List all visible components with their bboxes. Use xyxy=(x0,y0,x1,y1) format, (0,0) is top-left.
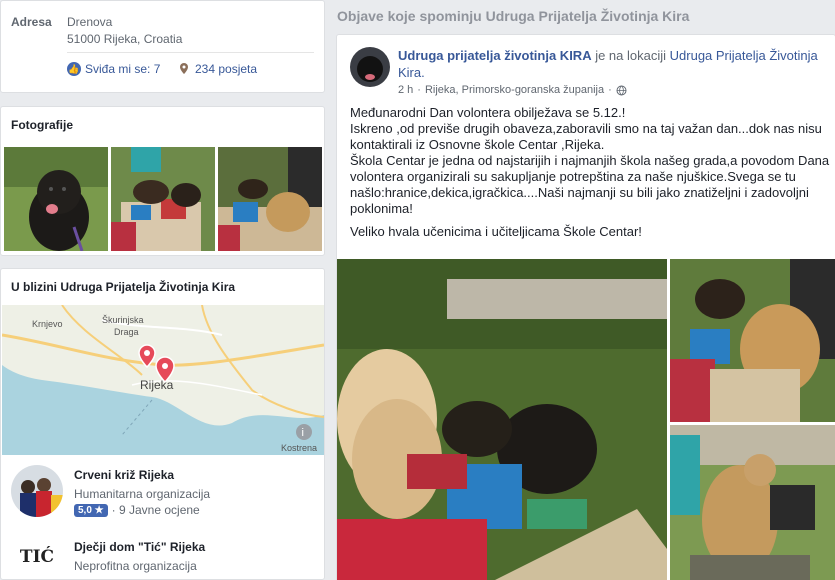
address-line-1: Drenova xyxy=(67,15,113,29)
photos-card: Fotografije xyxy=(0,106,325,256)
nearby-card: U blizini Udruga Prijatelja Životinja Ki… xyxy=(0,268,325,580)
divider xyxy=(67,52,314,53)
post-card: Udruga prijatelja životinja KIRA je na l… xyxy=(336,34,835,580)
author-avatar[interactable] xyxy=(350,47,390,87)
place-logo: TIĆ xyxy=(11,537,63,579)
map-label-draga: Draga xyxy=(114,327,139,337)
likes-row[interactable]: 👍 Sviđa mi se: 7 xyxy=(67,62,160,76)
photo-puppies-box[interactable] xyxy=(111,147,215,251)
place-logo-text: TIĆ xyxy=(19,547,55,567)
post-photo-2[interactable] xyxy=(670,259,835,422)
map-label-krnjevo: Krnjevo xyxy=(32,319,63,329)
location-pin-icon xyxy=(177,62,191,76)
thumbs-up-icon: 👍 xyxy=(67,62,81,76)
map-label-kostrena: Kostrena xyxy=(281,443,317,453)
post-connector: je na lokaciji xyxy=(591,48,670,63)
map[interactable]: Krnjevo Škurinjska Draga Rijeka Kostrena… xyxy=(2,305,324,455)
map-label-skurinjska: Škurinjska xyxy=(102,315,144,325)
map-label-rijeka: Rijeka xyxy=(140,378,174,392)
rating-badge: 5,0 ★ xyxy=(74,503,108,517)
place-name[interactable]: Crveni križ Rijeka xyxy=(74,468,174,482)
map-info-icon xyxy=(296,424,312,440)
post-body: Međunarodni Dan volontera obilježava se … xyxy=(350,105,830,247)
post-header-line: Udruga prijatelja životinja KIRA je na l… xyxy=(398,47,828,81)
page-info-card: Adresa Drenova 51000 Rijeka, Croatia 👍 S… xyxy=(0,0,325,93)
visits-row[interactable]: 234 posjeta xyxy=(177,62,257,76)
post-paragraph: Iskreno ,od previše drugih obaveza,zabor… xyxy=(350,121,822,152)
post-paragraph: Škola Centar je jedna od najstarijih i n… xyxy=(350,153,830,216)
photos-title: Fotografije xyxy=(11,118,73,132)
likes-count: Sviđa mi se: 7 xyxy=(85,62,161,76)
photo-puppies-gifts[interactable] xyxy=(218,147,322,251)
svg-text:i: i xyxy=(302,427,304,439)
photo-black-puppy[interactable] xyxy=(4,147,108,251)
nearby-title: U blizini Udruga Prijatelja Životinja Ki… xyxy=(11,280,236,294)
post-photo-3[interactable] xyxy=(670,425,835,580)
address-label: Adresa xyxy=(11,15,52,29)
review-count: · 9 Javne ocjene xyxy=(111,503,200,517)
post-place[interactable]: Rijeka, Primorsko-goranska županija xyxy=(425,84,604,96)
place-avatar xyxy=(11,465,63,517)
post-paragraph: Međunarodni Dan volontera obilježava se … xyxy=(350,105,626,120)
post-author-link[interactable]: Udruga prijatelja životinja KIRA xyxy=(398,48,592,63)
address-line-2: 51000 Rijeka, Croatia xyxy=(67,32,183,46)
place-rating-row: 5,0 ★ · 9 Javne ocjene xyxy=(74,503,200,517)
posts-section-title: Objave koje spominju Udruga Prijatelja Ž… xyxy=(337,8,690,24)
place-category: Neprofitna organizacija xyxy=(74,559,197,573)
post-meta: 2 h · Rijeka, Primorsko-goranska županij… xyxy=(398,84,627,96)
post-paragraph: Veliko hvala učenicima i učiteljicama Šk… xyxy=(350,224,642,239)
visits-count: 234 posjeta xyxy=(195,62,258,76)
globe-icon xyxy=(616,85,627,96)
place-name[interactable]: Dječji dom "Tić" Rijeka xyxy=(74,540,205,554)
post-photo-main[interactable] xyxy=(337,259,667,580)
place-category: Humanitarna organizacija xyxy=(74,487,211,501)
post-time[interactable]: 2 h xyxy=(398,84,413,96)
